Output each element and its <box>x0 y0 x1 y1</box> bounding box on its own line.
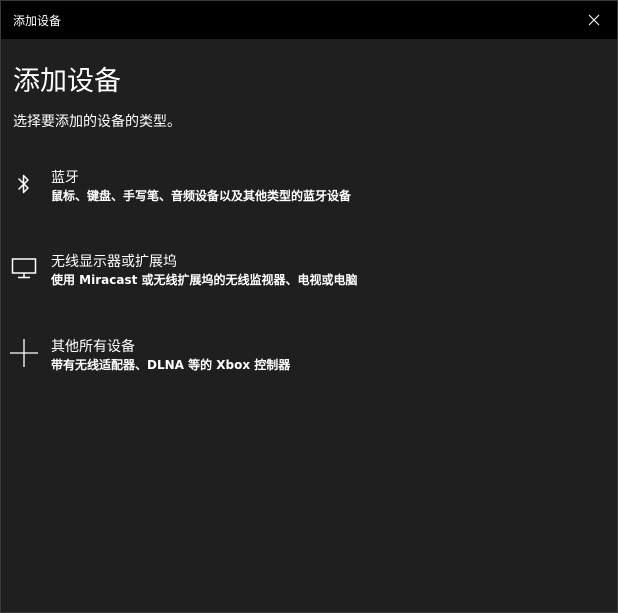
page-subtitle: 选择要添加的设备的类型。 <box>13 114 181 130</box>
plus-icon <box>7 336 41 370</box>
option-everything-else-description: 带有无线适配器、DLNA 等的 Xbox 控制器 <box>51 358 291 372</box>
option-wireless-display-description: 使用 Miracast 或无线扩展坞的无线监视器、电视或电脑 <box>51 273 358 287</box>
window-title: 添加设备 <box>13 14 62 28</box>
page-title: 添加设备 <box>13 66 121 97</box>
option-bluetooth-description: 鼠标、键盘、手写笔、音频设备以及其他类型的蓝牙设备 <box>51 189 352 203</box>
option-wireless-display-title: 无线显示器或扩展坞 <box>51 254 177 270</box>
close-icon <box>588 14 600 26</box>
option-everything-else[interactable]: 其他所有设备 带有无线适配器、DLNA 等的 Xbox 控制器 <box>1 334 617 392</box>
option-bluetooth[interactable]: 蓝牙 鼠标、键盘、手写笔、音频设备以及其他类型的蓝牙设备 <box>1 165 617 223</box>
title-bar: 添加设备 <box>1 1 617 39</box>
option-wireless-display[interactable]: 无线显示器或扩展坞 使用 Miracast 或无线扩展坞的无线监视器、电视或电脑 <box>1 249 617 307</box>
close-button[interactable] <box>571 1 617 39</box>
option-bluetooth-title: 蓝牙 <box>51 170 79 186</box>
option-everything-else-title: 其他所有设备 <box>51 339 135 355</box>
add-device-window: 添加设备 添加设备 选择要添加的设备的类型。 蓝牙 鼠标、键盘、手写笔、音频设备… <box>0 0 618 613</box>
monitor-icon <box>9 253 39 283</box>
bluetooth-icon <box>9 169 39 199</box>
